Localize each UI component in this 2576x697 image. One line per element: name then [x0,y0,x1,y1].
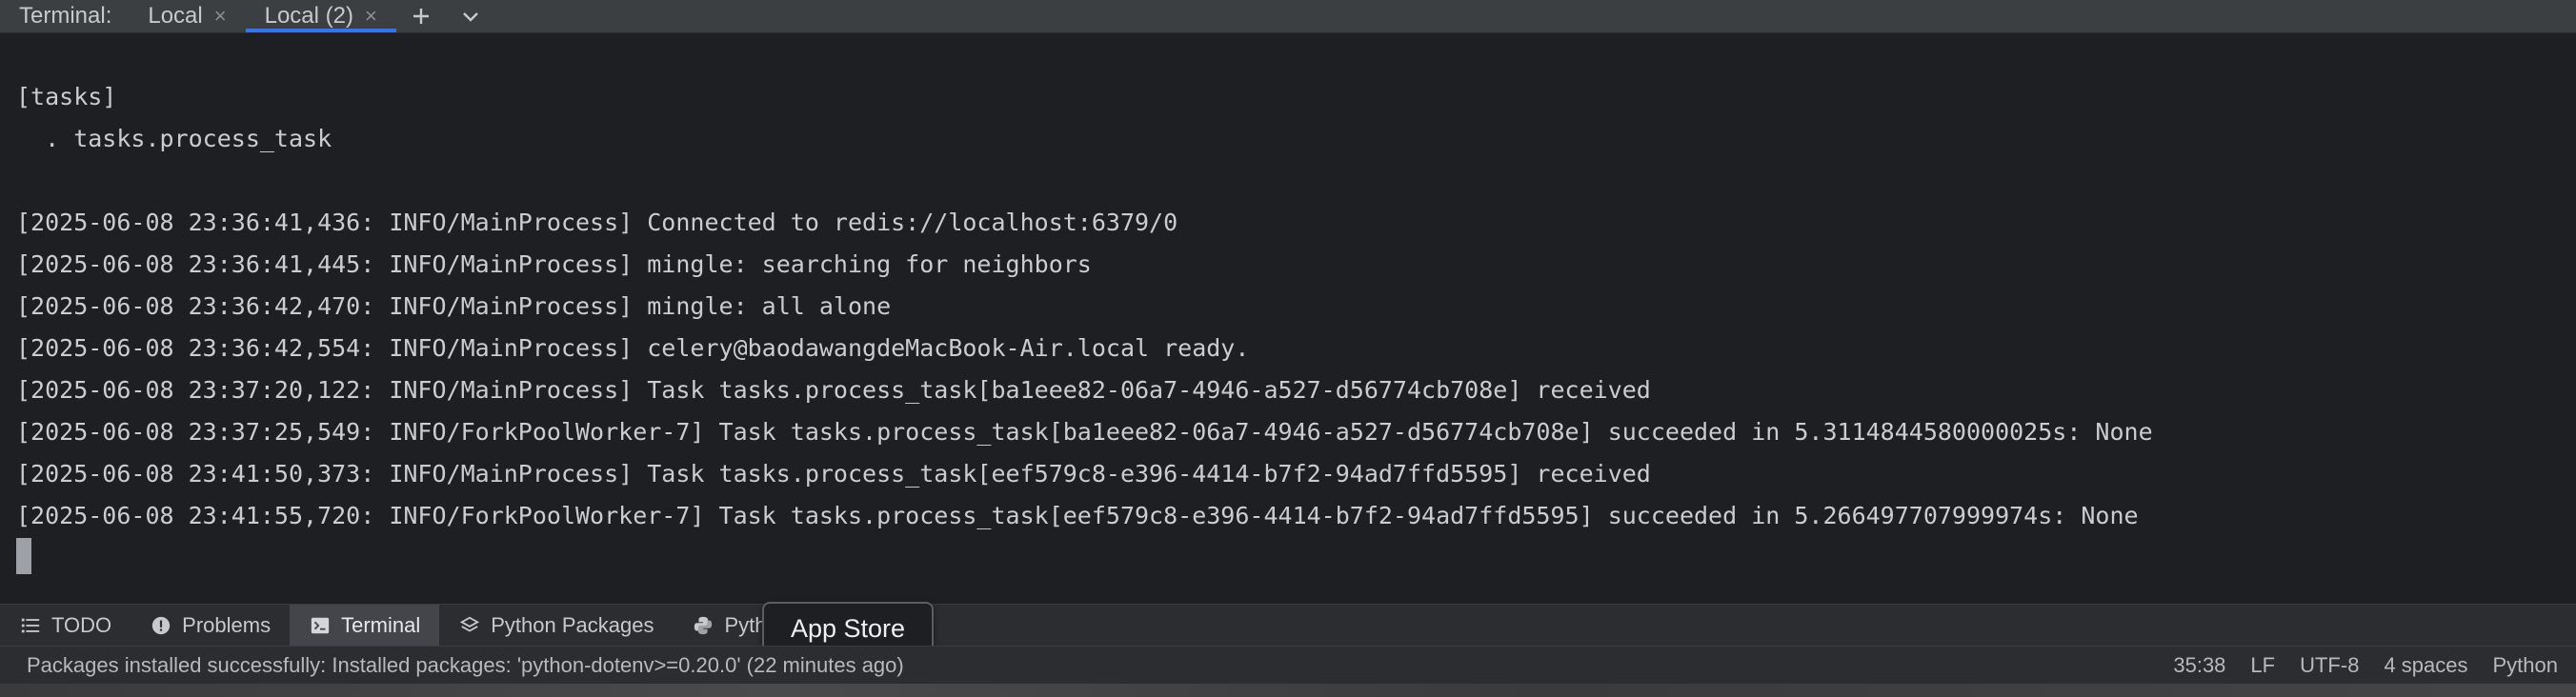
alert-icon [150,614,172,637]
terminal-tab-bar: Terminal: Local × Local (2) × [0,0,2576,32]
close-icon[interactable]: × [365,4,377,29]
chevron-down-icon[interactable] [446,0,495,32]
tab-local-2[interactable]: Local (2) × [245,0,397,32]
file-encoding[interactable]: UTF-8 [2287,653,2371,678]
terminal-line: [tasks] [16,83,117,110]
status-widgets: 35:38 LF UTF-8 4 spaces Python [2161,653,2576,678]
terminal-line: [2025-06-08 23:37:20,122: INFO/MainProce… [16,376,1651,404]
tab-label: Local [148,2,203,29]
tool-window-bar: TODO Problems Terminal Python Packages P… [0,604,2576,647]
terminal-icon [309,614,332,637]
terminal-line: [2025-06-08 23:36:42,470: INFO/MainProce… [16,292,892,320]
terminal-output[interactable]: [tasks] . tasks.process_task [2025-06-08… [0,33,2576,605]
tool-label: Terminal [341,612,421,637]
terminal-line: [2025-06-08 23:37:25,549: INFO/ForkPoolW… [16,418,2153,446]
terminal-line: . tasks.process_task [16,125,332,152]
todo-tool-button[interactable]: TODO [0,605,131,647]
layers-icon [458,614,481,637]
plus-icon[interactable] [396,0,446,32]
terminal-cursor [16,538,31,574]
terminal-tool-button[interactable]: Terminal [290,604,440,647]
list-icon [19,614,42,637]
tool-label: TODO [51,612,112,637]
terminal-line: [2025-06-08 23:36:41,436: INFO/MainProce… [16,209,1178,236]
python-interpreter[interactable]: Python [2481,653,2571,678]
status-message[interactable]: Packages installed successfully: Install… [0,653,904,678]
python-icon [692,614,714,637]
tool-label: Python Packages [491,612,654,637]
tool-label: Problems [182,612,272,637]
caret-position[interactable]: 35:38 [2161,653,2238,678]
line-separator[interactable]: LF [2238,653,2287,678]
indent-setting[interactable]: 4 spaces [2371,653,2480,678]
close-icon[interactable]: × [214,4,227,29]
tab-label: Local (2) [264,2,353,29]
tool-window-title: Terminal: [19,2,112,29]
python-packages-tool-button[interactable]: Python Packages [439,605,673,647]
tool-label: Pyth [724,612,767,637]
terminal-line: [2025-06-08 23:36:41,445: INFO/MainProce… [16,250,1092,278]
terminal-line: [2025-06-08 23:41:55,720: INFO/ForkPoolW… [16,502,2139,529]
tab-local[interactable]: Local × [129,0,245,32]
dock-edge [0,684,2576,697]
problems-tool-button[interactable]: Problems [131,605,290,647]
terminal-line: [2025-06-08 23:41:50,373: INFO/MainProce… [16,460,1651,488]
status-bar: Packages installed successfully: Install… [0,646,2576,684]
terminal-line: [2025-06-08 23:36:42,554: INFO/MainProce… [16,334,1250,362]
